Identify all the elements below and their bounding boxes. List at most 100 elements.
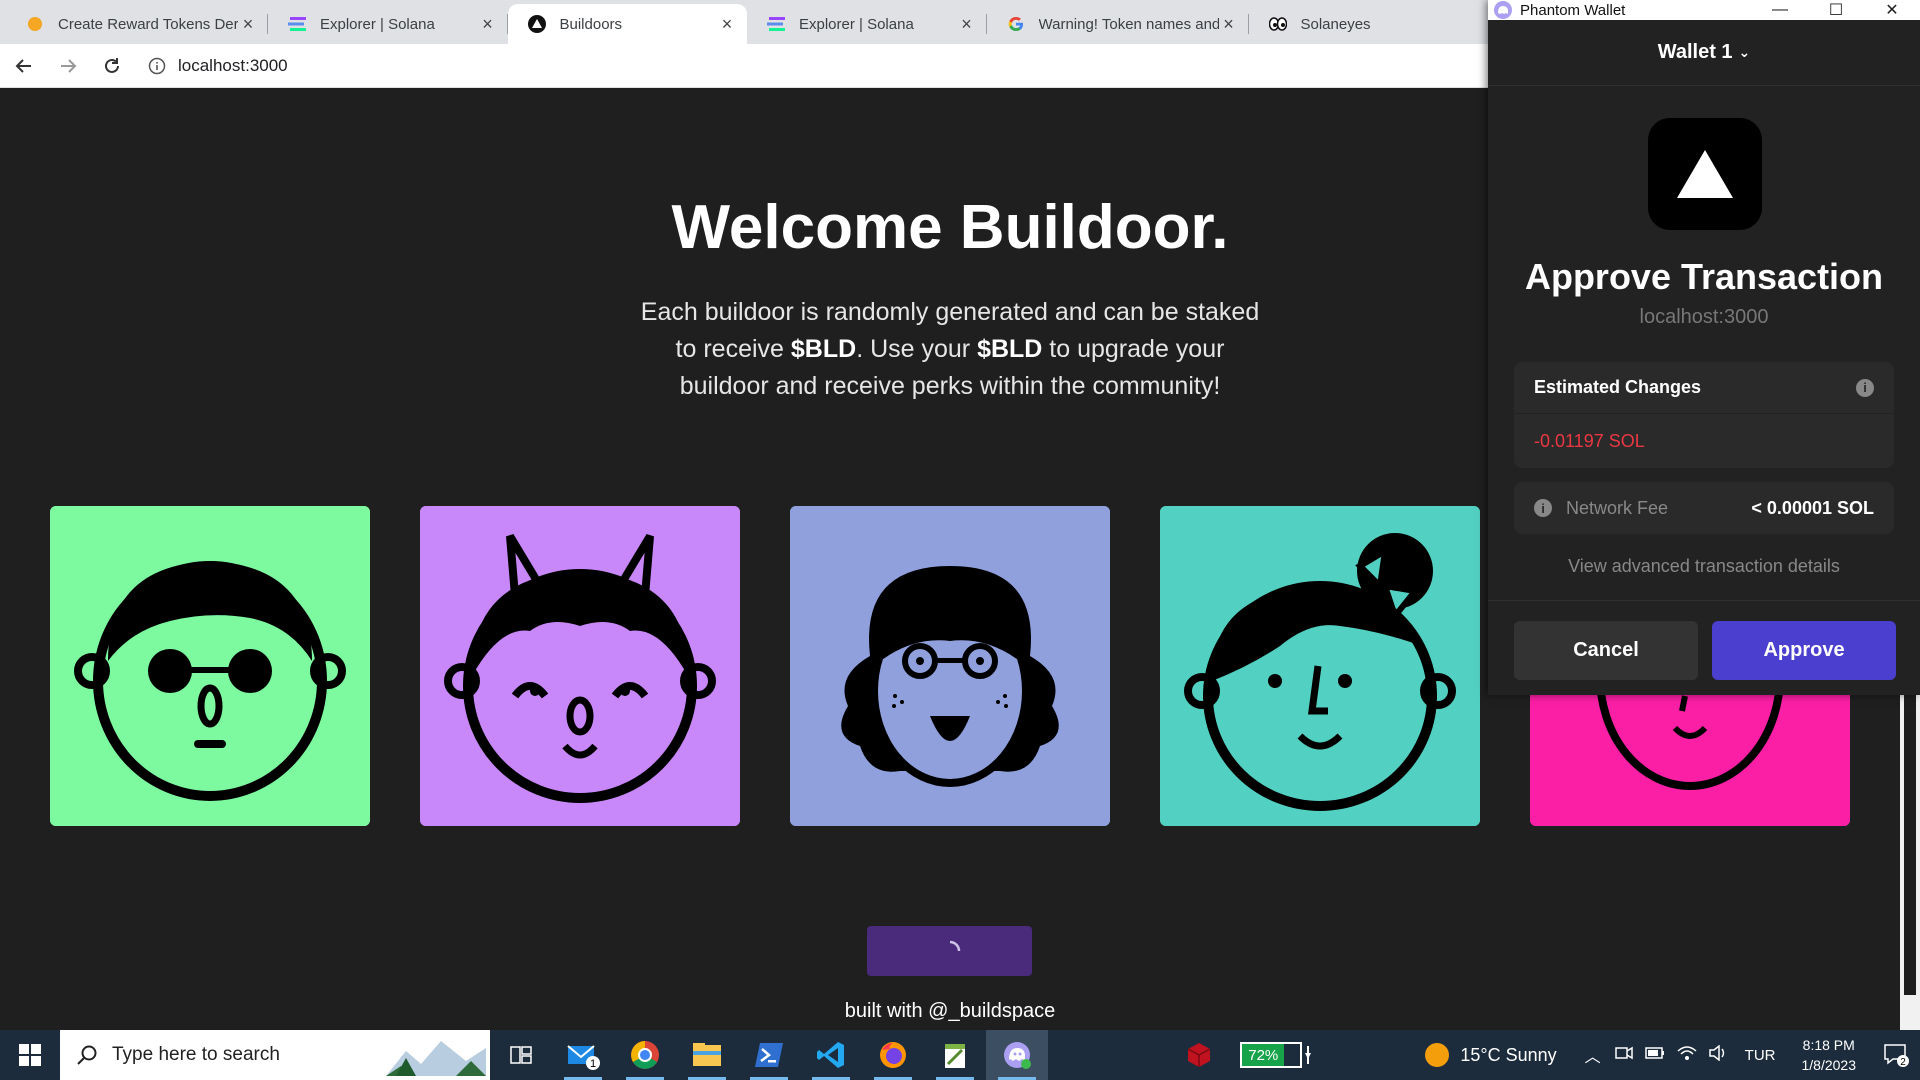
network-fee-label: Network Fee xyxy=(1566,497,1669,518)
site-info-icon[interactable] xyxy=(146,55,168,77)
wifi-icon[interactable] xyxy=(1677,1045,1697,1066)
buildoor-card-4[interactable] xyxy=(1160,506,1480,826)
approve-button[interactable]: Approve xyxy=(1712,621,1896,680)
tab-close-icon[interactable]: × xyxy=(957,14,977,34)
notepad-plus-icon[interactable] xyxy=(924,1030,986,1080)
wallet-selector[interactable]: Wallet 1 ⌄ xyxy=(1488,20,1920,86)
taskbar-search-box[interactable]: Type here to search xyxy=(60,1030,490,1080)
windows-start-icon[interactable] xyxy=(0,1030,60,1080)
scrollbar-thumb[interactable] xyxy=(1904,695,1916,995)
maximize-icon[interactable]: ☐ xyxy=(1808,0,1864,20)
advanced-details-link[interactable]: View advanced transaction details xyxy=(1488,556,1920,577)
notification-count: 2 xyxy=(1900,1057,1906,1067)
task-view-icon[interactable] xyxy=(490,1030,552,1080)
buildoor-card-1[interactable] xyxy=(50,506,370,826)
notification-center-icon[interactable]: 2 xyxy=(1872,1030,1920,1080)
back-icon[interactable] xyxy=(4,46,44,86)
charging-plug-icon xyxy=(1305,1046,1312,1064)
dapp-logo-icon xyxy=(1648,118,1762,230)
red-cube-app-icon[interactable] xyxy=(1168,1030,1230,1080)
chevron-up-icon[interactable]: ︿ xyxy=(1585,1043,1601,1067)
estimated-changes-panel: Estimated Changes i -0.01197 SOL xyxy=(1514,362,1894,468)
tab-solaneyes[interactable]: Solaneyes xyxy=(1249,4,1489,44)
tab-close-icon[interactable]: × xyxy=(1219,14,1239,34)
url-input[interactable]: localhost:3000 xyxy=(178,56,288,76)
info-icon[interactable]: i xyxy=(1856,378,1874,397)
windows-taskbar: Type here to search 1 72% 15°C Sunny ︿ T… xyxy=(0,1030,1920,1080)
token-name: $BLD xyxy=(977,335,1043,363)
language-indicator[interactable]: TUR xyxy=(1745,1047,1776,1064)
description-text: . Use your xyxy=(856,335,978,363)
tab-title: Explorer | Solana xyxy=(320,15,435,33)
approve-transaction-heading: Approve Transaction xyxy=(1524,256,1884,297)
tab-explorer-solana[interactable]: Explorer | Solana × xyxy=(268,4,508,44)
spinner-icon xyxy=(949,940,960,952)
search-highlight-art-icon xyxy=(386,1041,486,1076)
buildoor-avatar-1 xyxy=(50,506,370,826)
forward-icon[interactable] xyxy=(48,46,88,86)
battery-icon: 72% xyxy=(1240,1042,1303,1068)
buildoor-card-2[interactable] xyxy=(420,506,740,826)
mail-badge: 1 xyxy=(590,1058,596,1070)
buildoor-avatar-4 xyxy=(1160,506,1480,826)
minimize-icon[interactable]: — xyxy=(1752,1,1808,19)
address-bar: localhost:3000 xyxy=(0,44,1488,88)
footer-credit: built with @_buildspace xyxy=(844,1000,1056,1022)
tab-buildoors[interactable]: Buildoors × xyxy=(507,4,747,44)
token-name: $BLD xyxy=(790,335,857,363)
search-placeholder: Type here to search xyxy=(112,1044,280,1065)
system-tray: 72% 15°C Sunny ︿ TUR 8:18 PM 1/8/2023 2 xyxy=(1168,1030,1920,1080)
tab-title: Warning! Token names and xyxy=(1038,15,1219,33)
battery-tray-icon[interactable] xyxy=(1644,1046,1665,1065)
chrome-icon[interactable] xyxy=(614,1030,676,1080)
tab-close-icon[interactable]: × xyxy=(238,14,258,34)
stake-button-loading[interactable] xyxy=(867,926,1032,976)
volume-icon[interactable] xyxy=(1708,1043,1729,1066)
network-fee-value: < 0.00001 SOL xyxy=(1751,497,1874,518)
solaneyes-icon xyxy=(1268,15,1287,33)
battery-level: 72% xyxy=(1242,1044,1285,1066)
powershell-icon[interactable] xyxy=(738,1030,800,1080)
tab-close-icon[interactable]: × xyxy=(717,14,737,34)
file-explorer-icon[interactable] xyxy=(676,1030,738,1080)
buildoors-icon xyxy=(527,15,546,33)
request-origin: localhost:3000 xyxy=(1639,306,1769,328)
sol-balance-change: -0.01197 SOL xyxy=(1534,430,1645,451)
weather-text: 15°C Sunny xyxy=(1460,1044,1557,1065)
tab-google-warning[interactable]: Warning! Token names and × xyxy=(987,4,1249,44)
browser-tab-bar: Create Reward Tokens Ders × Explorer | S… xyxy=(0,0,1488,44)
tab-title: Create Reward Tokens Ders xyxy=(58,15,238,33)
weather-widget[interactable]: 15°C Sunny xyxy=(1424,1042,1557,1068)
buildoor-card-3[interactable] xyxy=(790,506,1110,826)
wallet-name: Wallet 1 xyxy=(1657,41,1733,63)
camera-icon[interactable] xyxy=(1614,1045,1633,1066)
sun-icon xyxy=(1425,1043,1450,1067)
info-icon[interactable]: i xyxy=(1534,499,1552,517)
close-icon[interactable]: ✕ xyxy=(1864,0,1920,20)
clock[interactable]: 8:18 PM 1/8/2023 xyxy=(1802,1035,1857,1075)
vscode-icon[interactable] xyxy=(800,1030,862,1080)
cancel-button[interactable]: Cancel xyxy=(1514,621,1698,680)
tab-title: Buildoors xyxy=(559,15,623,33)
firefox-icon[interactable] xyxy=(862,1030,924,1080)
phantom-titlebar: Phantom Wallet — ☐ ✕ xyxy=(1488,0,1920,20)
clock-date: 1/8/2023 xyxy=(1801,1057,1857,1073)
tab-create-reward-tokens[interactable]: Create Reward Tokens Ders × xyxy=(6,4,268,44)
google-icon xyxy=(1007,15,1025,33)
search-icon xyxy=(77,1045,97,1065)
clock-time: 8:18 PM xyxy=(1802,1037,1855,1053)
solana-icon xyxy=(288,15,306,33)
tab-explorer-solana-2[interactable]: Explorer | Solana × xyxy=(747,4,987,44)
phantom-logo-icon xyxy=(1494,1,1512,19)
phantom-window-title: Phantom Wallet xyxy=(1520,1,1626,19)
tab-title: Explorer | Solana xyxy=(799,15,914,33)
tab-close-icon[interactable]: × xyxy=(478,14,498,34)
buildoor-avatar-2 xyxy=(420,506,740,826)
battery-indicator[interactable]: 72% xyxy=(1240,1042,1314,1068)
reload-icon[interactable] xyxy=(92,46,132,86)
page-scrollbar[interactable] xyxy=(1900,695,1920,1030)
phantom-app-icon[interactable] xyxy=(986,1030,1048,1080)
solana-icon xyxy=(767,15,785,33)
mail-app-icon[interactable]: 1 xyxy=(552,1030,614,1080)
page-description: Each buildoor is randomly generated and … xyxy=(630,294,1270,405)
